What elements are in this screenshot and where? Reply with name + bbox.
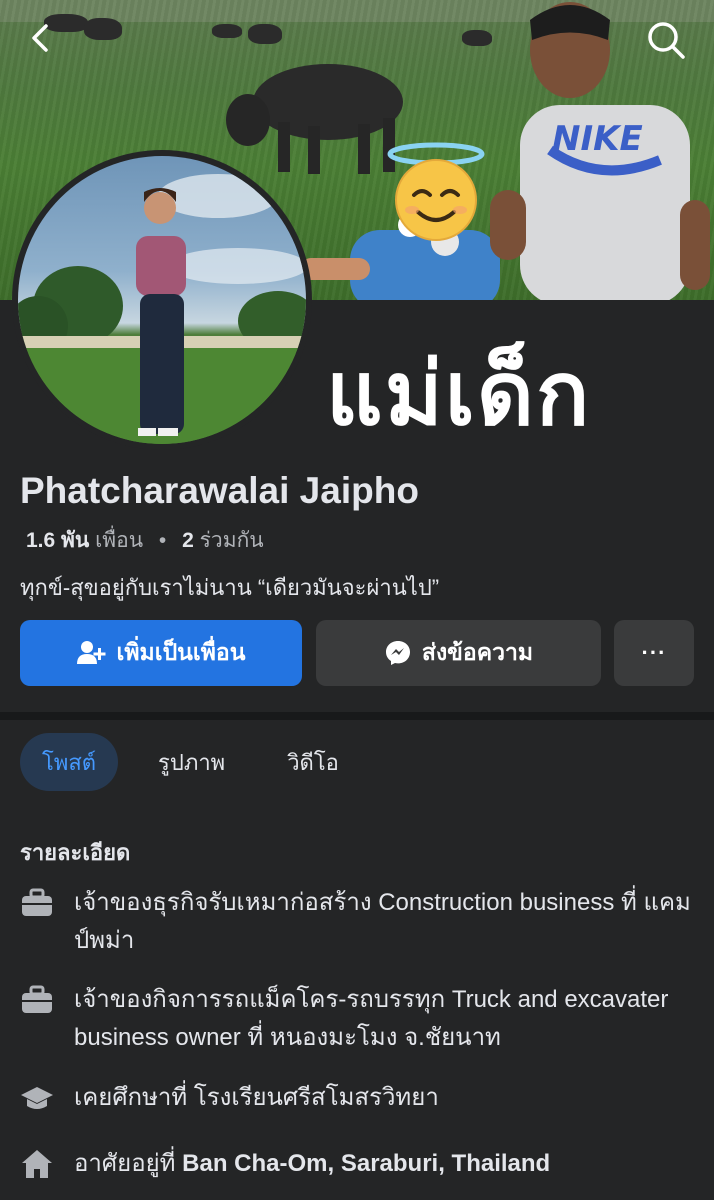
separator-dot: • <box>158 529 167 552</box>
profile-bio: ทุกข์-สุขอยู่กับเราไม่นาน “เดียวมันจะผ่า… <box>20 575 440 600</box>
back-button[interactable] <box>22 18 62 58</box>
residence-place[interactable]: Ban Cha-Om, Saraburi, Thailand <box>182 1150 550 1177</box>
mutual-count: 2 <box>182 529 194 552</box>
profile-tabs: โพสต์ รูปภาพ วิดีโอ <box>20 733 361 791</box>
detail-text: เจ้าของกิจการรถแม็คโคร-รถบรรทุก Truck an… <box>74 986 669 1051</box>
residence-prefix: อาศัยอยู่ที่ <box>74 1150 183 1177</box>
svg-text:NIKE: NIKE <box>552 119 643 159</box>
tab-posts[interactable]: โพสต์ <box>20 733 119 791</box>
friends-label: เพื่อน <box>95 529 144 552</box>
briefcase-icon <box>22 888 52 916</box>
details-heading: รายละเอียด <box>20 840 131 865</box>
home-icon <box>22 1150 52 1178</box>
detail-item-work[interactable]: เจ้าของธุรกิจรับเหมาก่อสร้าง Constructio… <box>20 884 700 960</box>
tab-photos[interactable]: รูปภาพ <box>136 733 247 791</box>
cover-overlay-text: แม่เด็ก <box>326 342 592 445</box>
detail-text: เคยศึกษาที่ โรงเรียนศรีสโมสรวิทยา <box>74 1084 439 1111</box>
add-friend-label: เพิ่มเป็นเพื่อน <box>116 639 246 665</box>
tab-videos[interactable]: วิดีโอ <box>265 733 361 791</box>
section-divider <box>0 712 714 720</box>
detail-text: เจ้าของธุรกิจรับเหมาก่อสร้าง Constructio… <box>74 889 691 954</box>
profile-picture[interactable] <box>12 150 312 450</box>
briefcase-icon <box>22 985 52 1013</box>
chevron-left-icon <box>32 24 48 52</box>
detail-item-residence[interactable]: อาศัยอยู่ที่ Ban Cha-Om, Saraburi, Thail… <box>20 1145 700 1183</box>
add-friend-button[interactable]: เพิ่มเป็นเพื่อน <box>20 620 302 686</box>
search-button[interactable] <box>644 18 688 62</box>
search-icon <box>648 22 685 59</box>
graduation-cap-icon <box>21 1087 53 1109</box>
angel-emoji-icon <box>387 142 485 241</box>
friends-stats[interactable]: 1.6 พัน เพื่อน • 2 ร่วมกัน <box>26 524 264 557</box>
more-options-icon: ··· <box>641 640 667 665</box>
detail-text: อาศัยอยู่ที่ Ban Cha-Om, Saraburi, Thail… <box>74 1145 550 1183</box>
mutual-label: ร่วมกัน <box>199 529 264 552</box>
friends-count: 1.6 พัน <box>26 529 90 552</box>
send-message-label: ส่งข้อความ <box>421 639 534 665</box>
messenger-icon <box>385 641 410 665</box>
add-friend-icon <box>76 641 106 664</box>
profile-name: Phatcharawalai Jaipho <box>20 470 419 511</box>
send-message-button[interactable]: ส่งข้อความ <box>316 620 601 686</box>
detail-item-work[interactable]: เจ้าของกิจการรถแม็คโคร-รถบรรทุก Truck an… <box>20 981 700 1057</box>
more-options-button[interactable]: ··· <box>614 620 694 686</box>
detail-item-education[interactable]: เคยศึกษาที่ โรงเรียนศรีสโมสรวิทยา <box>20 1079 700 1117</box>
